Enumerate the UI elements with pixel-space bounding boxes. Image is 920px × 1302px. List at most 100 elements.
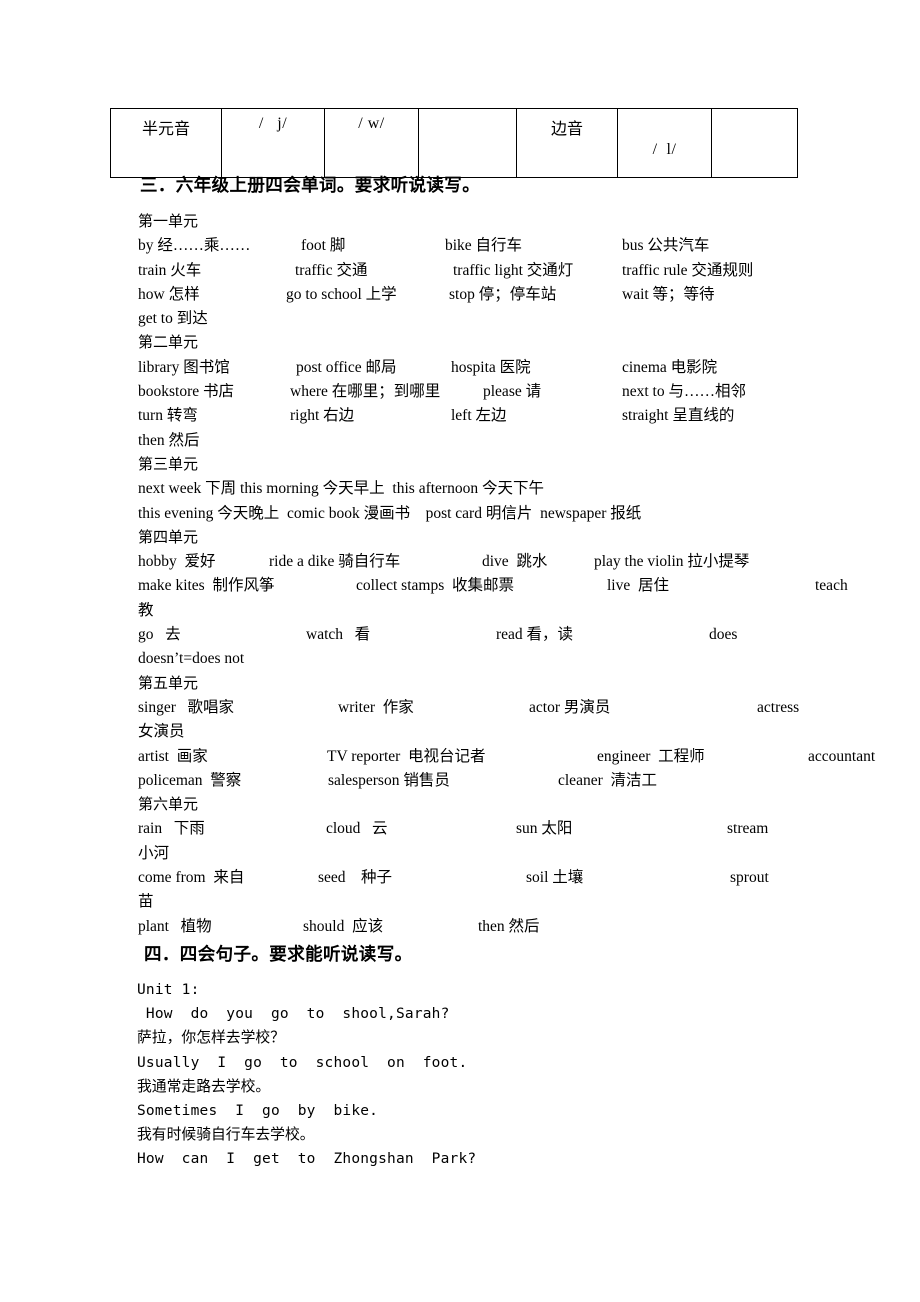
word-row: next week 下周 this morning 今天早上 this afte… <box>138 477 920 501</box>
vocabulary-entry: writer 作家 <box>338 698 414 716</box>
vocabulary-entry: 苗 <box>138 893 154 911</box>
vocabulary-entry: where 在哪里；到哪里 <box>290 383 441 401</box>
word-row: make kites 制作风筝 collect stamps 收集邮票 live 居… <box>138 574 920 598</box>
vocabulary-entry: wait 等；等待 <box>622 285 715 303</box>
word-row: 小河 <box>138 842 920 866</box>
unit-label: 第三单元 <box>138 456 199 473</box>
unit-label: 第二单元 <box>138 335 199 352</box>
vocabulary-entry: hobby 爱好 <box>138 553 216 571</box>
vocabulary-entry: go to school 上学 <box>286 285 397 303</box>
word-row: then 然后 <box>138 429 920 453</box>
vocabulary-entry: does <box>709 626 738 644</box>
word-row: plant 植物 should 应该 then 然后 <box>138 915 920 939</box>
vocabulary-entry: rain 下雨 <box>138 820 205 838</box>
word-row: rain 下雨 cloud 云 sun 太阳 stream <box>138 817 920 841</box>
vocabulary-entry: next to 与……相邻 <box>622 383 746 401</box>
table-cell-empty-1 <box>418 108 517 178</box>
vocabulary-entry: policeman 警察 <box>138 771 242 789</box>
vocabulary-entry: plant 植物 <box>138 917 212 935</box>
sentence-translation: 我通常走路去学校。 <box>137 1077 271 1095</box>
vocabulary-entry: library 图书馆 <box>138 358 230 376</box>
vocabulary-entry: turn 转弯 <box>138 407 198 425</box>
vocabulary-entry: bus 公共汽车 <box>622 237 710 255</box>
vocabulary-entry: please 请 <box>483 383 542 401</box>
vocabulary-entry: how 怎样 <box>138 285 200 303</box>
vocabulary-entry: sprout <box>730 869 769 887</box>
vocabulary-word-list: 第一单元 by 经……乘…… foot 脚 bike 自行车 bus 公共汽车 train… <box>138 210 920 939</box>
vocabulary-entry: collect stamps 收集邮票 <box>356 577 514 595</box>
table-cell-empty-2 <box>711 108 798 178</box>
vocabulary-entry: traffic light 交通灯 <box>453 261 574 279</box>
vocabulary-entry: stream <box>727 820 769 838</box>
vocabulary-entry: play the violin 拉小提琴 <box>594 553 750 571</box>
sentence-english: Sometimes I go by bike. <box>137 1103 379 1120</box>
vocabulary-entry: artist 画家 <box>138 747 208 765</box>
vocabulary-entry: traffic rule 交通规则 <box>622 261 754 279</box>
document-page: 半元音 / j/ / w/ 边音 / l/ 三．六年级上册四会单词。要求听说读写… <box>0 0 920 1302</box>
word-row: doesn’t=does not <box>138 647 920 671</box>
vocabulary-entry: cleaner 清洁工 <box>558 771 657 789</box>
unit-label: 第六单元 <box>138 797 199 814</box>
vocabulary-entry: cinema 电影院 <box>622 358 718 376</box>
word-row: turn 转弯 right 右边 left 左边 straight 呈直线的 <box>138 404 920 428</box>
vocabulary-entry: bookstore 书店 <box>138 383 235 401</box>
table-cell-semivowel-label: 半元音 <box>110 108 222 178</box>
vocabulary-entry: read 看，读 <box>496 626 574 644</box>
vocabulary-entry: then 然后 <box>478 917 540 935</box>
word-row: singer 歌唱家 writer 作家 actor 男演员 actress <box>138 696 920 720</box>
sentence-translation: 萨拉，你怎样去学校？ <box>137 1029 285 1047</box>
table-cell-ipa-l: / l/ <box>617 108 712 178</box>
word-row: by 经……乘…… foot 脚 bike 自行车 bus 公共汽车 <box>138 234 920 258</box>
vocabulary-entry: 女演员 <box>138 723 185 741</box>
sentence-unit-label: Unit 1: <box>137 982 200 998</box>
word-row: train 火车 traffic 交通 traffic light 交通灯 traff… <box>138 259 920 283</box>
vocabulary-entry: soil 土壤 <box>526 869 584 887</box>
vocabulary-entry: go 去 <box>138 626 181 644</box>
vocabulary-entry: by 经……乘…… <box>138 237 251 255</box>
word-row: bookstore 书店 where 在哪里；到哪里 please 请 next to… <box>138 380 920 404</box>
vocabulary-entry: sun 太阳 <box>516 820 573 838</box>
sentence-translation: 我有时候骑自行车去学校。 <box>137 1126 315 1144</box>
vocabulary-entry: this evening 今天晚上 comic book 漫画书 post ca… <box>138 504 642 522</box>
vocabulary-entry: actor 男演员 <box>529 698 611 716</box>
vocabulary-entry: teach <box>815 577 848 595</box>
unit-label: 第四单元 <box>138 529 199 546</box>
vocabulary-entry: ride a dike 骑自行车 <box>269 553 401 571</box>
vocabulary-entry: get to 到达 <box>138 310 208 328</box>
vocabulary-entry: then 然后 <box>138 431 200 449</box>
vocabulary-entry: should 应该 <box>303 917 384 935</box>
vocabulary-entry: straight 呈直线的 <box>622 407 735 425</box>
vocabulary-entry: train 火车 <box>138 261 202 279</box>
table-cell-ipa-j: / j/ <box>221 108 325 178</box>
vocabulary-entry: seed 种子 <box>318 869 393 887</box>
vocabulary-entry: salesperson 销售员 <box>328 771 450 789</box>
unit-label: 第一单元 <box>138 214 199 230</box>
vocabulary-entry: 教 <box>138 601 154 619</box>
vocabulary-entry: TV reporter 电视台记者 <box>327 747 486 765</box>
vocabulary-entry: stop 停；停车站 <box>449 285 557 303</box>
table-cell-lateral-label: 边音 <box>516 108 618 178</box>
word-row: how 怎样 go to school 上学 stop 停；停车站 wait 等；等待 <box>138 283 920 307</box>
word-row: library 图书馆 post office 邮局 hospita 医院 cinem… <box>138 356 920 380</box>
vocabulary-entry: 小河 <box>138 844 170 862</box>
vocabulary-entry: next week 下周 this morning 今天早上 this afte… <box>138 480 544 498</box>
vocabulary-entry: foot 脚 <box>301 237 346 255</box>
vocabulary-entry: come from 来自 <box>138 869 245 887</box>
vocabulary-entry: hospita 医院 <box>451 358 531 376</box>
vocabulary-entry: dive 跳水 <box>482 553 548 571</box>
vocabulary-entry: doesn’t=does not <box>138 650 245 668</box>
word-row: artist 画家 TV reporter 电视台记者 engineer 工程师 ac… <box>138 745 920 769</box>
sentence-english: How can I get to Zhongshan Park? <box>137 1151 477 1168</box>
word-row: policeman 警察 salesperson 销售员 cleaner 清洁工 <box>138 769 920 793</box>
section-heading-three: 三．六年级上册四会单词。要求听说读写。 <box>140 176 481 196</box>
word-row: 教 <box>138 599 920 623</box>
vocabulary-entry: left 左边 <box>451 407 507 425</box>
table-body: 半元音 / j/ / w/ 边音 / l/ <box>110 108 798 178</box>
vocabulary-entry: accountant <box>808 747 876 765</box>
word-row: go 去 watch 看 read 看，读 does <box>138 623 920 647</box>
vocabulary-entry: cloud 云 <box>326 820 388 838</box>
vocabulary-entry: live 居住 <box>607 577 669 595</box>
word-row: hobby 爱好 ride a dike 骑自行车 dive 跳水 play the … <box>138 550 920 574</box>
table-row: 半元音 / j/ / w/ 边音 / l/ <box>110 108 798 178</box>
sentence-english: Usually I go to school on foot. <box>137 1054 468 1071</box>
